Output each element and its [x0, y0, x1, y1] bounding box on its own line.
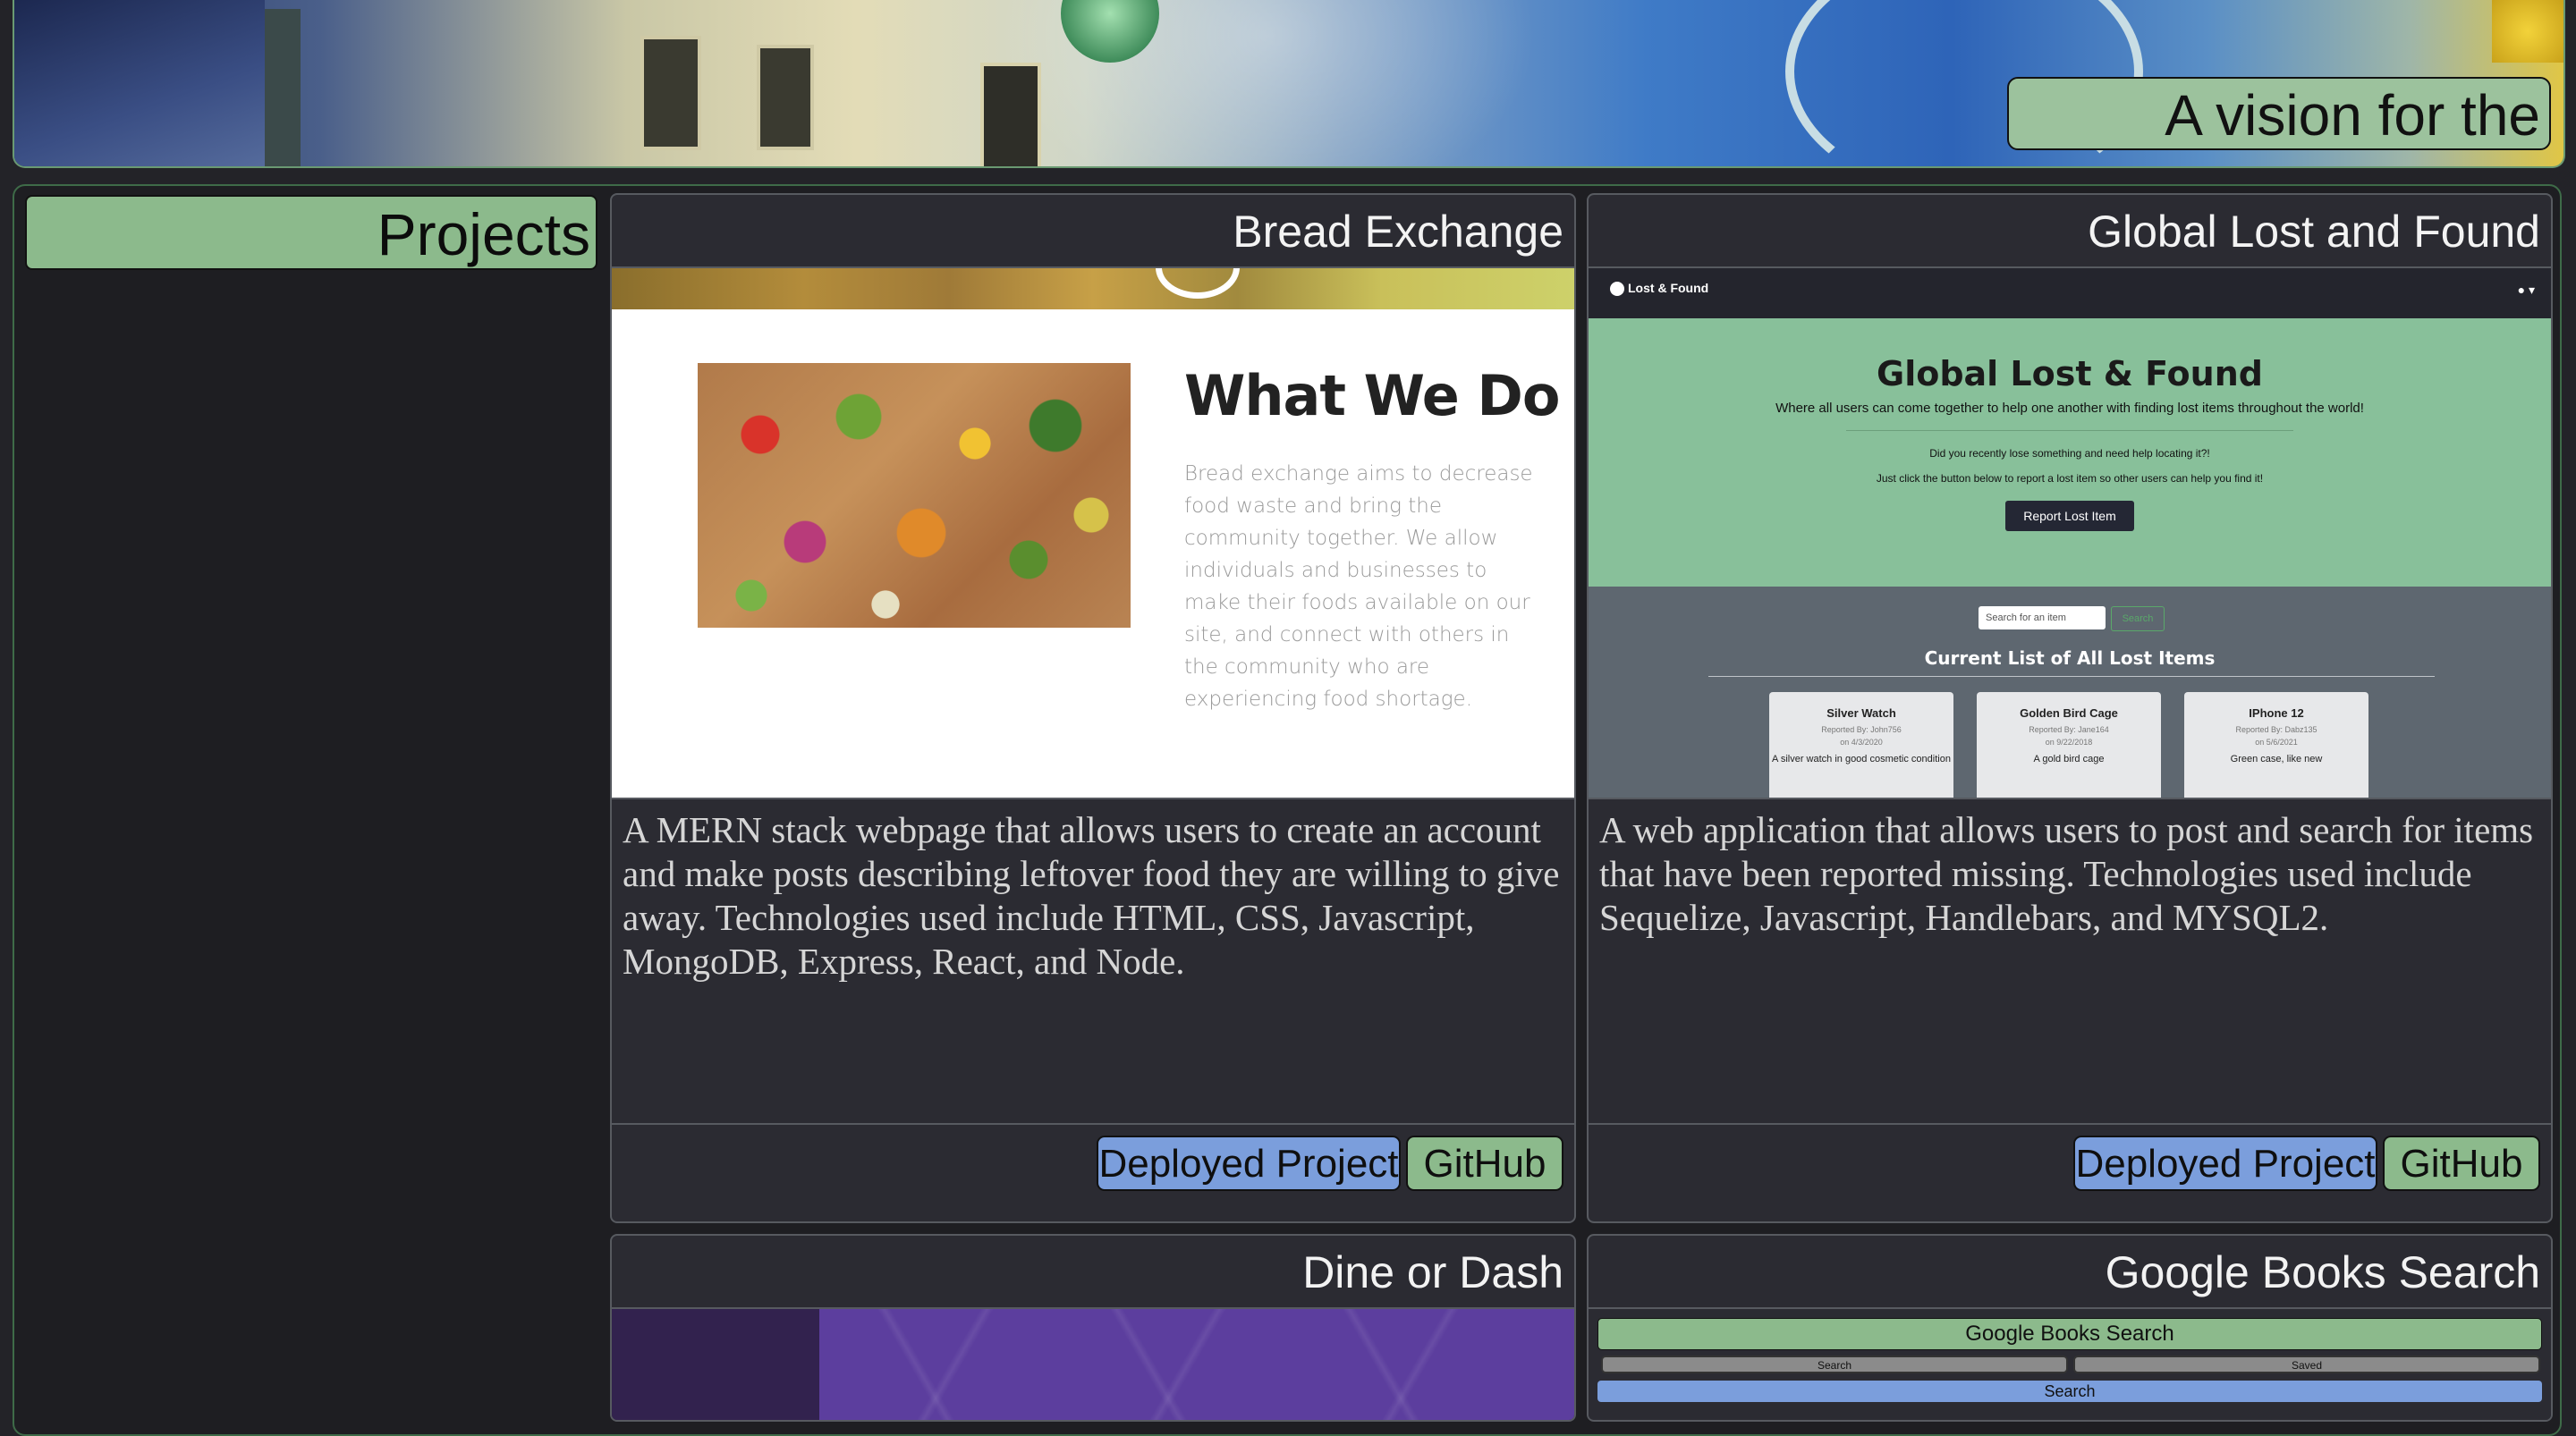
github-button[interactable]: GitHub [2383, 1136, 2540, 1191]
project-screenshot[interactable]: Lost & Found ● ▾ Global Lost & Found Whe… [1589, 268, 2551, 798]
globe-icon [1610, 282, 1624, 297]
hero-window [757, 45, 814, 150]
project-card-dine-or-dash: Dine or Dash [610, 1234, 1576, 1422]
item-reporter: Reported By: Jane164 [2029, 725, 2109, 734]
search-button: Search [2111, 606, 2165, 631]
project-screenshot[interactable]: What We Do Bread exchange aims to decrea… [612, 268, 1574, 798]
item-reporter: Reported By: Dabz135 [2235, 725, 2318, 734]
list-item: Silver Watch Reported By: John756 on 4/3… [1769, 692, 1953, 798]
github-button[interactable]: GitHub [1406, 1136, 1563, 1191]
item-description: A silver watch in good cosmetic conditio… [1772, 754, 1951, 764]
item-date: on 4/3/2020 [1840, 738, 1883, 747]
screenshot-brand: Lost & Found [1610, 281, 1709, 297]
item-date: on 9/22/2018 [2045, 738, 2093, 747]
search-button: Search [1597, 1381, 2542, 1402]
project-screenshot[interactable] [612, 1309, 1574, 1420]
screenshot-body-text: Bread exchange aims to decrease food was… [1184, 462, 1533, 711]
tab-search: Search [1601, 1356, 2068, 1373]
screenshot-app: Google Books Search Search Saved Search [1589, 1309, 2551, 1420]
project-description: A web application that allows users to p… [1589, 798, 2551, 1125]
divider [1708, 676, 2435, 677]
report-lost-item-button: Report Lost Item [2005, 501, 2134, 531]
project-actions: Deployed Project GitHub [1589, 1125, 2551, 1205]
hero-building-left [14, 0, 265, 166]
screenshot-about-section: What We Do Bread exchange aims to decrea… [612, 309, 1574, 798]
screenshot-list-section: Search for an item Search Current List o… [1589, 587, 2551, 798]
screenshot-navbar: Lost & Found ● ▾ [1589, 268, 2551, 318]
project-card-bread-exchange: Bread Exchange What We Do Bread exchange… [610, 193, 1576, 1223]
project-card-lost-and-found: Global Lost and Found Lost & Found ● ▾ G… [1587, 193, 2553, 1223]
user-icon: ● ▾ [2517, 283, 2535, 297]
screenshot-subtitle: Where all users can come together to hel… [1775, 401, 2364, 416]
project-card-google-books: Google Books Search Google Books Search … [1587, 1234, 2553, 1422]
food-image [698, 363, 1131, 628]
project-description: A MERN stack webpage that allows users t… [612, 798, 1574, 1125]
item-name: IPhone 12 [2249, 706, 2304, 720]
screenshot-heading: Google Books Search [1597, 1318, 2542, 1350]
screenshot-hero: Global Lost & Found Where all users can … [1589, 318, 2551, 587]
item-reporter: Reported By: John756 [1821, 725, 1902, 734]
hero-window [640, 36, 701, 150]
hero-window [980, 63, 1041, 166]
project-actions: Deployed Project GitHub [612, 1125, 1574, 1205]
screenshot-instruction: Just click the button below to report a … [1876, 472, 2264, 485]
item-description: A gold bird cage [2033, 754, 2105, 764]
project-title: Global Lost and Found [1589, 195, 2551, 268]
list-heading: Current List of All Lost Items [1924, 647, 2216, 669]
hero-foliage [2492, 0, 2563, 63]
screenshot-sidebar [612, 1309, 819, 1420]
project-screenshot[interactable]: Google Books Search Search Saved Search [1589, 1309, 2551, 1420]
brand-label: Lost & Found [1628, 281, 1709, 295]
project-title: Dine or Dash [612, 1236, 1574, 1309]
projects-heading[interactable]: Projects [25, 195, 597, 270]
screenshot-background [819, 1309, 1574, 1420]
logo-circle-icon [1156, 268, 1240, 299]
screenshot-heading: Global Lost & Found [1877, 354, 2263, 393]
screenshot-question: Did you recently lose something and need… [1929, 447, 2210, 460]
project-title: Google Books Search [1589, 1236, 2551, 1309]
divider [1846, 430, 2293, 431]
screenshot-header-banner [612, 268, 1574, 309]
hero-dome [1061, 0, 1159, 63]
project-title: Bread Exchange [612, 195, 1574, 268]
search-input: Search for an item [1979, 606, 2106, 629]
deployed-project-button[interactable]: Deployed Project [2073, 1136, 2377, 1191]
hero-pipe [265, 9, 301, 166]
screenshot-heading: What We Do [1184, 363, 1560, 428]
item-date: on 5/6/2021 [2255, 738, 2298, 747]
item-description: Green case, like new [2230, 754, 2323, 764]
hero-caption: A vision for the future [2007, 77, 2551, 166]
deployed-project-button[interactable]: Deployed Project [1097, 1136, 1401, 1191]
tab-saved: Saved [2073, 1356, 2540, 1373]
hero-banner: A vision for the future [13, 0, 2565, 168]
list-item: IPhone 12 Reported By: Dabz135 on 5/6/20… [2184, 692, 2368, 798]
item-name: Golden Bird Cage [2020, 706, 2118, 720]
list-item: Golden Bird Cage Reported By: Jane164 on… [1977, 692, 2161, 798]
item-name: Silver Watch [1826, 706, 1896, 720]
